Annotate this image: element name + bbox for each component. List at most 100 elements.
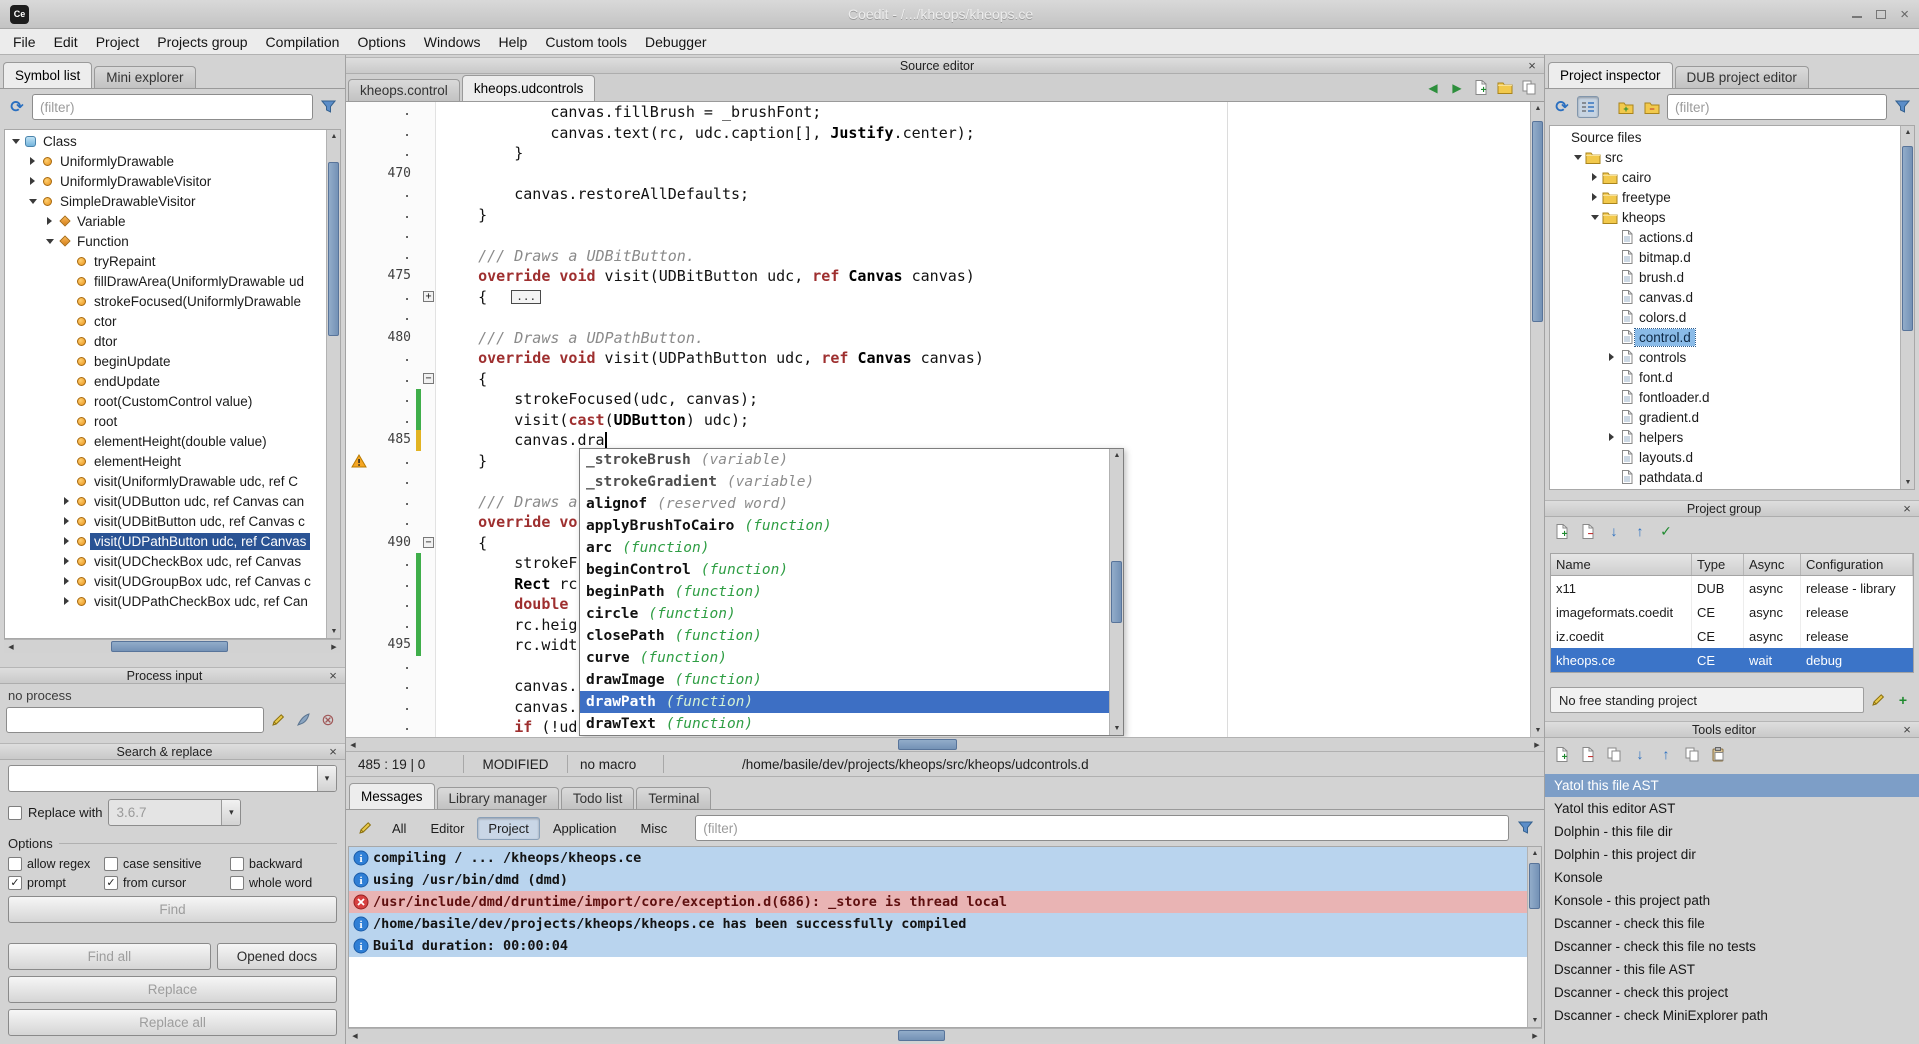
export-tools-icon[interactable] [1681, 743, 1703, 765]
move-project-down-icon[interactable]: ↓ [1603, 520, 1625, 542]
message-row-info[interactable]: iBuild duration: 00:00:04 [349, 935, 1527, 957]
menu-projects-group[interactable]: Projects group [148, 31, 256, 53]
file-tree-scrollbar[interactable]: ▲▼ [1900, 126, 1914, 489]
send-input-eof-icon[interactable] [292, 709, 314, 731]
file-item[interactable]: layouts.d [1550, 447, 1900, 467]
minimize-icon[interactable] [1852, 10, 1862, 18]
completion-item[interactable]: beginControl(function) [580, 559, 1109, 581]
completion-item[interactable]: _strokeGradient(variable) [580, 471, 1109, 493]
fold-marker-icon[interactable]: − [421, 533, 436, 554]
code-line[interactable]: 480 /// Draws a UDPathButton. [346, 328, 1530, 349]
symbol-filter-input[interactable] [32, 94, 313, 120]
close-tools-editor-icon[interactable]: × [1899, 722, 1915, 737]
maximize-icon[interactable] [1876, 10, 1886, 19]
scroll-thumb[interactable] [898, 739, 957, 750]
tool-item[interactable]: Dscanner - check this file [1545, 912, 1919, 935]
tab-library-manager[interactable]: Library manager [437, 787, 559, 809]
completion-item[interactable]: circle(function) [580, 603, 1109, 625]
code-line[interactable]: . [346, 307, 1530, 328]
symbol-item[interactable]: elementHeight [5, 451, 326, 471]
messages-scrollbar-v[interactable]: ▲▼ [1527, 847, 1541, 1027]
scroll-arrow-icon[interactable]: ▶ [1530, 738, 1544, 751]
code-line[interactable]: . } [346, 205, 1530, 226]
remove-project-icon[interactable]: − [1577, 520, 1599, 542]
filter-misc[interactable]: Misc [630, 817, 679, 840]
code-line[interactable]: . canvas.text(rc, udc.caption[], Justify… [346, 123, 1530, 144]
expand-arrow-icon[interactable] [60, 597, 73, 605]
scroll-arrow-icon[interactable]: ▲ [1110, 449, 1124, 462]
import-tools-icon[interactable] [1707, 743, 1729, 765]
tool-item[interactable]: Dscanner - check MiniExplorer path [1545, 1004, 1919, 1027]
expand-arrow-icon[interactable] [60, 537, 73, 545]
scroll-track[interactable] [327, 143, 340, 625]
editor-scrollbar-v[interactable]: ▲▼ [1530, 102, 1544, 737]
move-tool-up-icon[interactable]: ↑ [1655, 743, 1677, 765]
move-project-up-icon[interactable]: ↑ [1629, 520, 1651, 542]
tab-terminal[interactable]: Terminal [636, 787, 711, 809]
message-row-error[interactable]: /usr/include/dmd/druntime/import/core/ex… [349, 891, 1527, 913]
menu-edit[interactable]: Edit [45, 31, 87, 53]
message-row-info[interactable]: iusing /usr/bin/dmd (dmd) [349, 869, 1527, 891]
code-line[interactable]: 475 override void visit(UDBitButton udc,… [346, 266, 1530, 287]
expand-arrow-icon[interactable] [1588, 173, 1601, 181]
symbol-item[interactable]: Function [5, 231, 326, 251]
tab-symbol-list[interactable]: Symbol list [3, 62, 92, 88]
checkbox-whole-word[interactable]: whole word [230, 876, 337, 890]
search-term-input[interactable] [9, 766, 317, 791]
menu-windows[interactable]: Windows [415, 31, 490, 53]
tab-messages[interactable]: Messages [349, 783, 435, 809]
document-tab-kheops-control[interactable]: kheops.control [348, 79, 460, 101]
filter-application[interactable]: Application [542, 817, 628, 840]
scroll-thumb[interactable] [328, 162, 339, 336]
project-row[interactable]: imageformats.coeditCEasyncrelease [1551, 600, 1913, 624]
fold-marker-icon[interactable]: + [421, 287, 436, 308]
code-editor[interactable]: . canvas.fillBrush = _brushFont;. canvas… [346, 102, 1544, 737]
symbol-item[interactable]: root(CustomControl value) [5, 391, 326, 411]
folded-block-icon[interactable]: ... [511, 290, 541, 304]
collapse-arrow-icon[interactable] [26, 199, 39, 204]
symbol-item[interactable]: visit(UniformlyDrawable udc, ref C [5, 471, 326, 491]
code-line[interactable]: .+ { ... [346, 287, 1530, 308]
collapse-arrow-icon[interactable] [1571, 155, 1584, 160]
clone-tool-icon[interactable] [1603, 743, 1625, 765]
scroll-arrow-icon[interactable]: ▲ [1528, 847, 1542, 860]
scroll-track[interactable] [362, 1029, 1528, 1042]
previous-document-icon[interactable]: ◀ [1422, 77, 1444, 99]
scroll-arrow-icon[interactable]: ▼ [1110, 722, 1124, 735]
expand-arrow-icon[interactable] [60, 557, 73, 565]
expand-arrow-icon[interactable] [60, 577, 73, 585]
file-item[interactable]: colors.d [1550, 307, 1900, 327]
scroll-arrow-icon[interactable]: ▼ [1901, 476, 1915, 489]
symbol-item[interactable]: strokeFocused(UniformlyDrawable [5, 291, 326, 311]
symbol-item[interactable]: SimpleDrawableVisitor [5, 191, 326, 211]
scroll-track[interactable] [18, 640, 327, 653]
scroll-thumb[interactable] [1529, 863, 1540, 909]
expand-arrow-icon[interactable] [26, 157, 39, 165]
add-project-icon[interactable]: + [1551, 520, 1573, 542]
project-row[interactable]: iz.coeditCEasyncrelease [1551, 624, 1913, 648]
column-header-type[interactable]: Type [1692, 554, 1744, 575]
symbol-item[interactable]: ctor [5, 311, 326, 331]
close-source-editor-icon[interactable]: × [1524, 58, 1540, 73]
open-document-icon[interactable] [1494, 77, 1516, 99]
completion-item[interactable]: alignof(reserved word) [580, 493, 1109, 515]
symbol-item[interactable]: dtor [5, 331, 326, 351]
project-row[interactable]: kheops.ceCEwaitdebug [1551, 648, 1913, 672]
completion-item[interactable]: closePath(function) [580, 625, 1109, 647]
document-tab-kheops-udcontrols[interactable]: kheops.udcontrols [462, 75, 596, 101]
completion-item[interactable]: curve(function) [580, 647, 1109, 669]
expand-arrow-icon[interactable] [43, 217, 56, 225]
scroll-arrow-icon[interactable]: ▲ [1531, 102, 1544, 115]
code-line[interactable]: . strokeFocused(udc, canvas); [346, 389, 1530, 410]
menu-options[interactable]: Options [348, 31, 414, 53]
collapse-arrow-icon[interactable] [1588, 215, 1601, 220]
symbol-tree-scrollbar-h[interactable]: ◀▶ [4, 639, 341, 653]
expand-arrow-icon[interactable] [60, 517, 73, 525]
new-document-icon[interactable]: + [1470, 77, 1492, 99]
checkbox-backward[interactable]: backward [230, 857, 337, 871]
message-row-info[interactable]: i/home/basile/dev/projects/kheops/kheops… [349, 913, 1527, 935]
scroll-track[interactable] [1110, 462, 1123, 722]
replace-button[interactable]: Replace [8, 976, 337, 1003]
checkbox-case-sensitive[interactable]: case sensitive [104, 857, 230, 871]
find-all-button[interactable]: Find all [8, 943, 211, 970]
